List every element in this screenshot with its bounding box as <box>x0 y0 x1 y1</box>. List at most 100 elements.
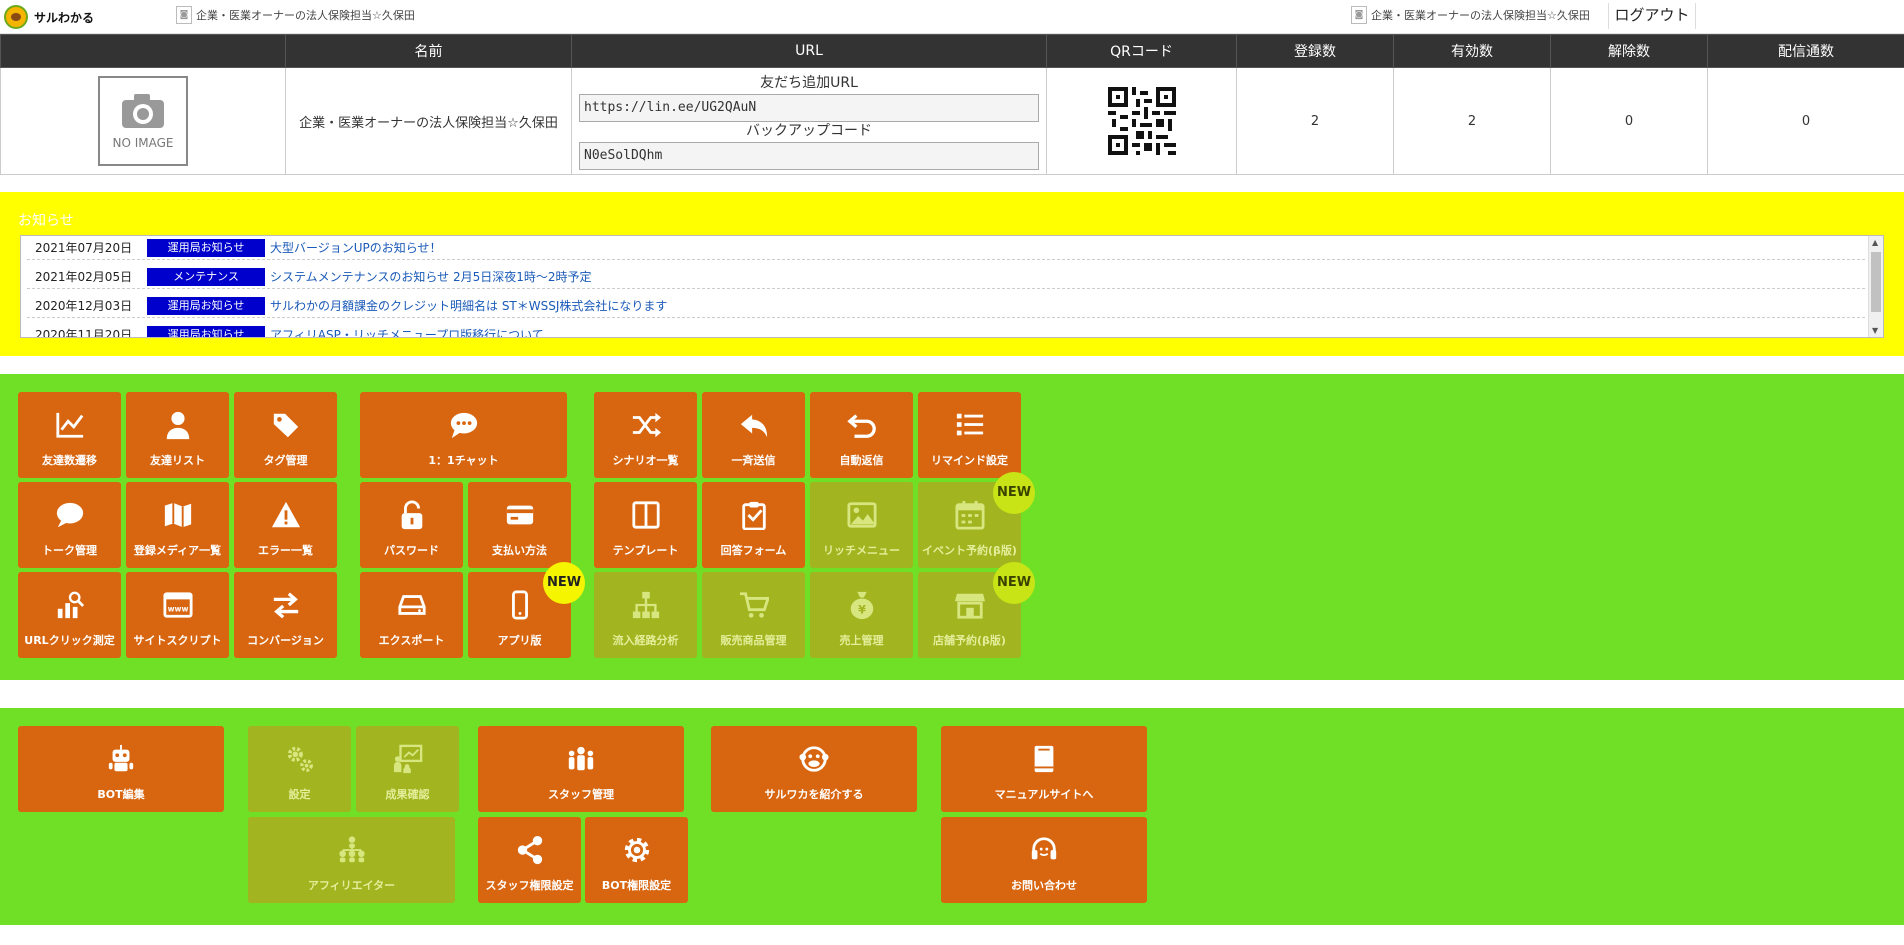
menu-tile-headset-button[interactable]: お問い合わせ <box>941 817 1147 903</box>
menu-tile-sitemap-button[interactable]: 流入経路分析 <box>594 572 697 658</box>
menu-tile-list-button[interactable]: リマインド設定 <box>918 392 1021 478</box>
menu-tile-monkey-button[interactable]: サルワカを紹介する <box>711 726 917 812</box>
menu-tile-label: エクスポート <box>378 634 445 647</box>
menu-tile-staff-group-button[interactable]: スタッフ管理 <box>478 726 684 812</box>
menu-tile-map-button[interactable]: 登録メディア一覧 <box>126 482 229 568</box>
news-link[interactable]: 大型バージョンUPのお知らせ！ <box>270 239 442 256</box>
menu-tile-image-button[interactable]: リッチメニュー <box>810 482 913 568</box>
column-header: 名前 <box>285 34 572 68</box>
menu-tile-gears-button[interactable]: 設定 <box>248 726 351 812</box>
menu-tile-network-people-button[interactable]: アフィリエイター <box>248 817 455 903</box>
menu-tile-label: リッチメニュー <box>823 544 900 557</box>
user-icon <box>126 409 229 441</box>
scrollbar-thumb[interactable] <box>1871 252 1881 312</box>
menu-tile-label: 友達リスト <box>150 454 205 467</box>
menu-tile-label: 店舗予約(β版) <box>933 634 1006 647</box>
menu-tile-unlock-button[interactable]: パスワード <box>360 482 463 568</box>
account-switcher-left[interactable]: ◙ 企業・医業オーナーの法人保険担当☆久保田 <box>176 6 415 24</box>
scroll-down-icon[interactable]: ▼ <box>1872 326 1878 335</box>
news-link[interactable]: アフィリASP・リッチメニュープロ版移行について <box>270 326 544 337</box>
menu-tile-line-chart-button[interactable]: 友達数遷移 <box>18 392 121 478</box>
registered-count: 2 <box>1236 67 1394 175</box>
news-item[interactable]: 2020年12月03日 運用局お知らせ サルわかの月額課金のクレジット明細名は … <box>27 294 1865 318</box>
column-header: 解除数 <box>1550 34 1708 68</box>
news-title: お知らせ <box>18 213 74 229</box>
no-image-placeholder[interactable]: NO IMAGE <box>98 76 188 166</box>
menu-tile-warning-button[interactable]: エラー一覧 <box>234 482 337 568</box>
svg-text:www: www <box>167 605 188 614</box>
menu-tile-exchange-button[interactable]: コンバージョン <box>234 572 337 658</box>
qr-code-cell <box>1046 67 1237 175</box>
no-image-label: NO IMAGE <box>112 136 174 150</box>
news-item[interactable]: 2021年07月20日 運用局お知らせ 大型バージョンUPのお知らせ！ <box>27 236 1865 260</box>
menu-tile-clipboard-button[interactable]: 回答フォーム <box>702 482 805 568</box>
backup-code-label: バックアップコード <box>746 122 872 139</box>
account-switcher-right[interactable]: ◙ 企業・医業オーナーの法人保険担当☆久保田 <box>1351 6 1590 24</box>
menu-tile-label: イベント予約(β版) <box>922 544 1017 557</box>
menu-tile-label: 売上管理 <box>839 634 884 647</box>
clipboard-icon <box>702 499 805 531</box>
menu-tile-gear-button[interactable]: BOT権限設定 <box>585 817 688 903</box>
menu-tile-label: スタッフ管理 <box>548 788 614 801</box>
news-category-badge: メンテナンス <box>147 267 265 286</box>
menu-tile-tags-button[interactable]: タグ管理 <box>234 392 337 478</box>
menu-tile-presentation-button[interactable]: 成果確認 <box>356 726 459 812</box>
url-cell: 友だち追加URL https://lin.ee/UG2QAuN バックアップコー… <box>571 67 1047 175</box>
menu-tile-shuffle-button[interactable]: シナリオ一覧 <box>594 392 697 478</box>
menu-tile-user-button[interactable]: 友達リスト <box>126 392 229 478</box>
menu-tile-label: テンプレート <box>612 544 679 557</box>
menu-tile-label: BOT編集 <box>97 788 145 801</box>
browser-window-icon: www <box>126 589 229 621</box>
credit-card-icon <box>468 499 571 531</box>
news-list[interactable]: 2021年07月20日 運用局お知らせ 大型バージョンUPのお知らせ！ 2021… <box>20 235 1884 338</box>
scroll-up-icon[interactable]: ▲ <box>1872 238 1878 247</box>
menu-tile-return-arrow-button[interactable]: 自動返信 <box>810 392 913 478</box>
menu-tile-bar-search-button[interactable]: URLクリック測定 <box>18 572 121 658</box>
menu-tile-credit-card-button[interactable]: 支払い方法 <box>468 482 571 568</box>
backup-code-field[interactable]: N0eSolDQhm <box>579 141 1039 170</box>
menu-tile-book-button[interactable]: マニュアルサイトへ <box>941 726 1147 812</box>
menu-tile-robot-button[interactable]: BOT編集 <box>18 726 224 812</box>
news-date: 2021年02月05日 <box>35 270 133 284</box>
news-category-badge: 運用局お知らせ <box>147 296 265 315</box>
logo[interactable]: サルわかる <box>4 5 94 29</box>
friend-url-field[interactable]: https://lin.ee/UG2QAuN <box>579 93 1039 122</box>
column-header <box>0 34 286 68</box>
news-link[interactable]: サルわかの月額課金のクレジット明細名は ST＊WSSJ株式会社になります <box>270 297 667 314</box>
menu-tile-label: お問い合わせ <box>1011 879 1077 892</box>
menu-tile-speech-bubble-button[interactable]: トーク管理 <box>18 482 121 568</box>
account-image-cell: NO IMAGE <box>0 67 286 175</box>
map-icon <box>126 499 229 531</box>
top-bar: サルわかる ◙ 企業・医業オーナーの法人保険担当☆久保田 ◙ 企業・医業オーナー… <box>0 0 1904 34</box>
menu-tile-share-button[interactable]: スタッフ権限設定 <box>478 817 581 903</box>
news-link[interactable]: システムメンテナンスのお知らせ 2月5日深夜1時～2時予定 <box>270 268 592 285</box>
menu-tile-columns-button[interactable]: テンプレート <box>594 482 697 568</box>
menu-tile-label: トーク管理 <box>42 544 97 557</box>
menu-tile-label: BOT権限設定 <box>601 879 672 892</box>
column-header: 登録数 <box>1236 34 1394 68</box>
menu-tile-reply-button[interactable]: 一斉送信 <box>702 392 805 478</box>
camera-icon: ◙ <box>1351 6 1367 24</box>
menu-tile-cart-button[interactable]: 販売商品管理 <box>702 572 805 658</box>
logout-button[interactable]: ログアウト <box>1608 3 1696 29</box>
menu-tile-label: サイトスクリプト <box>133 634 222 647</box>
tags-icon <box>234 409 337 441</box>
menu-tile-label: スタッフ権限設定 <box>485 879 574 892</box>
unlock-icon <box>360 499 463 531</box>
menu-tile-chat-bubble-button[interactable]: 1：1チャット <box>360 392 567 478</box>
menu-tile-money-bag-button[interactable]: ¥ 売上管理 <box>810 572 913 658</box>
new-badge: NEW <box>543 562 585 604</box>
news-scrollbar[interactable]: ▲ ▼ <box>1868 236 1883 337</box>
news-item[interactable]: 2021年02月05日 メンテナンス システムメンテナンスのお知らせ 2月5日深… <box>27 265 1865 289</box>
menu-tile-label: 一斉送信 <box>731 454 776 467</box>
qr-code-image[interactable] <box>1107 87 1176 155</box>
news-item[interactable]: 2020年11月20日 運用局お知らせ アフィリASP・リッチメニュープロ版移行… <box>27 323 1865 337</box>
headset-icon <box>941 834 1147 866</box>
gear-icon <box>585 834 688 866</box>
hard-drive-icon <box>360 589 463 621</box>
table-row: NO IMAGE 企業・医業オーナーの法人保険担当☆久保田 友だち追加URL h… <box>0 67 1904 175</box>
menu-tile-hard-drive-button[interactable]: エクスポート <box>360 572 463 658</box>
menu-tile-browser-window-button[interactable]: www サイトスクリプト <box>126 572 229 658</box>
table-header-row: 名前 URL QRコード 登録数 有効数 解除数 配信通数 <box>0 34 1904 68</box>
account-name: 企業・医業オーナーの法人保険担当☆久保田 <box>1371 9 1590 22</box>
